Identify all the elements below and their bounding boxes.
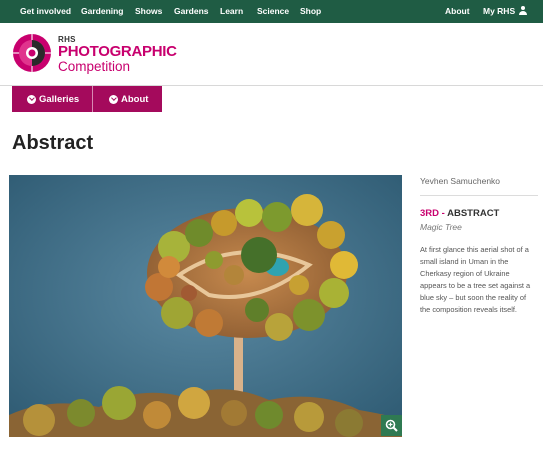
award-category: ABSTRACT [447,208,500,219]
brand-line-1: PHOTOGRAPHIC [58,43,177,60]
nav-item-gardening[interactable]: Gardening [81,0,124,23]
award-rank: 3RD [420,208,440,219]
competition-brand[interactable]: RHS PHOTOGRAPHIC Competition [58,35,177,74]
about-label: About [121,93,149,105]
user-icon [518,6,527,15]
photo-description: At first glance this aerial shot of a sm… [420,245,531,314]
my-rhs-label: My RHS [483,6,516,16]
nav-item-science[interactable]: Science [257,0,289,23]
nav-item-get-involved[interactable]: Get involved [20,0,71,23]
brand-line-2: Competition [58,59,131,74]
entry-details: Yevhen Samuchenko 3RD - ABSTRACT Magic T… [420,175,538,316]
page-title: Abstract [12,132,94,154]
my-rhs-link[interactable]: My RHS [483,0,527,23]
chevron-down-circle-icon [27,94,36,104]
galleries-dropdown-button[interactable]: Galleries [12,86,92,112]
photo-title: Magic Tree [420,222,462,232]
galleries-label: Galleries [39,93,80,105]
award-separator: - [439,208,448,219]
entry-photo[interactable] [9,175,402,437]
top-navigation-bar: Get involved Gardening Shows Gardens Lea… [0,0,543,23]
zoom-button[interactable] [381,415,402,436]
chevron-down-circle-icon [109,94,118,104]
site-header: RHS PHOTOGRAPHIC Competition [0,23,543,86]
photographer-name: Yevhen Samuchenko [420,175,538,196]
nav-item-learn[interactable]: Learn [220,0,243,23]
nav-item-shows[interactable]: Shows [135,0,162,23]
about-dropdown-button[interactable]: About [92,86,162,112]
zoom-in-icon [385,419,398,432]
sub-navigation: Galleries About [12,86,162,112]
nav-item-gardens[interactable]: Gardens [174,0,209,23]
nav-item-about[interactable]: About [445,0,470,23]
nav-item-shop[interactable]: Shop [300,0,321,23]
award-heading: 3RD - ABSTRACT [420,208,538,219]
rhs-logo-icon[interactable] [12,33,52,73]
